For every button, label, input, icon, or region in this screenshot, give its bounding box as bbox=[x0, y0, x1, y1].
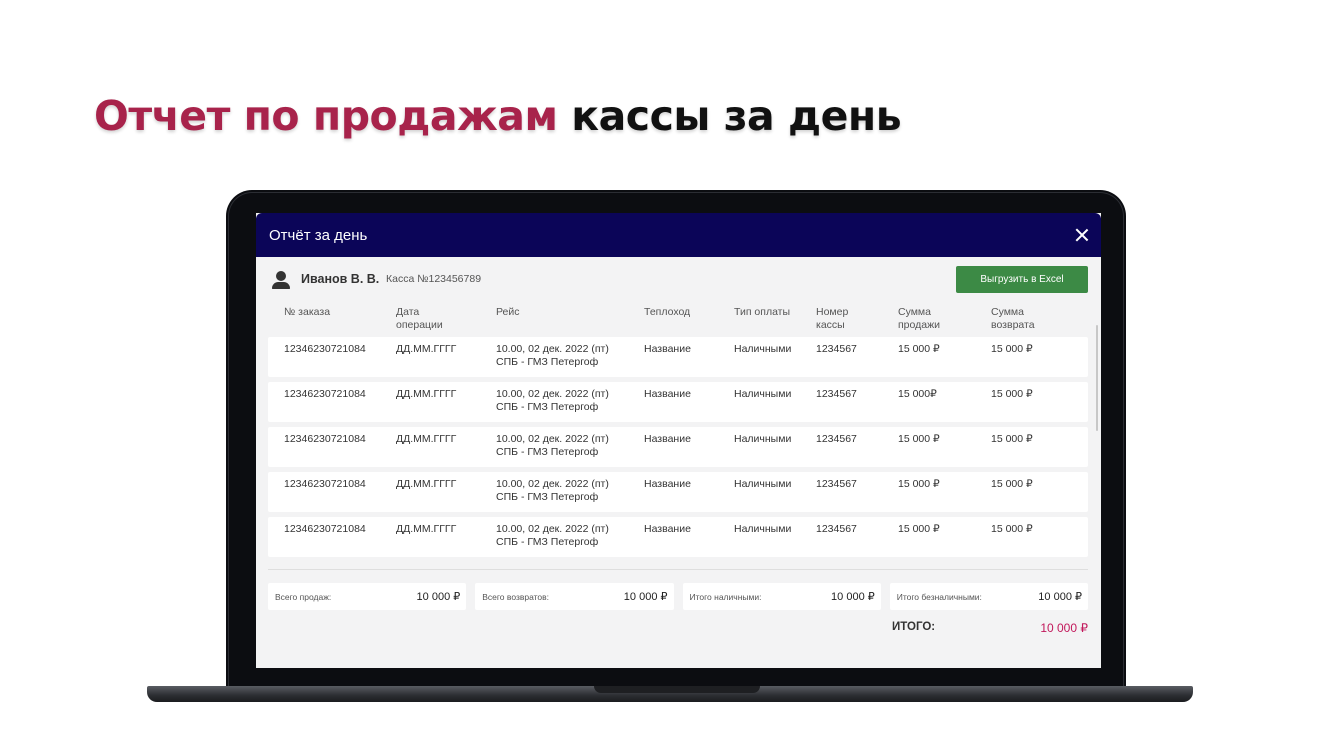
grand-total-value: 10 000 ₽ bbox=[1040, 621, 1088, 635]
ship-name: Название bbox=[644, 343, 691, 355]
ship-name: Название bbox=[644, 433, 691, 445]
grand-total-label: ИТОГО: bbox=[892, 621, 936, 633]
table-row[interactable]: 12346230721084 ДД.ММ.ГГГГ 10.00, 02 дек.… bbox=[268, 517, 1088, 557]
refund-amount: 15 000 ₽ bbox=[991, 343, 1033, 355]
register-number: 1234567 bbox=[816, 433, 857, 445]
refund-amount: 15 000 ₽ bbox=[991, 433, 1033, 445]
table-row[interactable]: 12346230721084 ДД.ММ.ГГГГ 10.00, 02 дек.… bbox=[268, 427, 1088, 467]
order-number: 12346230721084 bbox=[284, 523, 366, 535]
cashbox-number: Касса №123456789 bbox=[386, 273, 482, 285]
trip: 10.00, 02 дек. 2022 (пт) СПБ - ГМЗ Петерг… bbox=[496, 523, 609, 548]
total-sales: Всего продаж: 10 000 ₽ bbox=[268, 583, 467, 610]
payment-type: Наличными bbox=[734, 478, 792, 490]
total-refunds: Всего возвратов: 10 000 ₽ bbox=[475, 583, 674, 610]
refund-amount: 15 000 ₽ bbox=[991, 523, 1033, 535]
trip: 10.00, 02 дек. 2022 (пт) СПБ - ГМЗ Петерг… bbox=[496, 433, 609, 458]
page-headline: Отчет по продажам кассы за день bbox=[94, 92, 902, 140]
payment-type: Наличными bbox=[734, 343, 792, 355]
laptop-notch bbox=[594, 686, 760, 693]
table-row[interactable]: 12346230721084 ДД.ММ.ГГГГ 10.00, 02 дек.… bbox=[268, 382, 1088, 422]
modal-header: Отчёт за день bbox=[256, 213, 1101, 257]
modal-title: Отчёт за день bbox=[269, 226, 368, 244]
register-number: 1234567 bbox=[816, 343, 857, 355]
table-row[interactable]: 12346230721084 ДД.ММ.ГГГГ 10.00, 02 дек.… bbox=[268, 472, 1088, 512]
total-cash: Итого наличными: 10 000 ₽ bbox=[682, 583, 881, 610]
column-header[interactable]: № заказа bbox=[284, 306, 330, 319]
payment-type: Наличными bbox=[734, 433, 792, 445]
trip: 10.00, 02 дек. 2022 (пт) СПБ - ГМЗ Петерг… bbox=[496, 343, 609, 368]
headline-rest: кассы за день bbox=[571, 92, 902, 140]
user-bar: Иванов В. В. Касса №123456789 Выгрузить … bbox=[256, 257, 1101, 301]
sale-amount: 15 000 ₽ bbox=[898, 433, 940, 445]
ship-name: Название bbox=[644, 388, 691, 400]
table-row[interactable]: 12346230721084 ДД.ММ.ГГГГ 10.00, 02 дек.… bbox=[268, 337, 1088, 377]
ship-name: Название bbox=[644, 478, 691, 490]
total-cashless: Итого безналичными: 10 000 ₽ bbox=[889, 583, 1088, 610]
headline-accent: Отчет по продажам bbox=[94, 92, 558, 140]
sale-amount: 15 000 ₽ bbox=[898, 478, 940, 490]
refund-amount: 15 000 ₽ bbox=[991, 478, 1033, 490]
export-excel-button[interactable]: Выгрузить в Excel bbox=[956, 266, 1088, 293]
register-number: 1234567 bbox=[816, 388, 857, 400]
payment-type: Наличными bbox=[734, 388, 792, 400]
daily-report-modal: Отчёт за день Иванов В. В. Касса №123456… bbox=[256, 213, 1101, 668]
user-name: Иванов В. В. bbox=[301, 272, 380, 286]
payment-type: Наличными bbox=[734, 523, 792, 535]
column-header[interactable]: Номер кассы bbox=[816, 306, 848, 332]
column-header[interactable]: Сумма продажи bbox=[898, 306, 940, 332]
sale-amount: 15 000 ₽ bbox=[898, 523, 940, 535]
operation-date: ДД.ММ.ГГГГ bbox=[396, 523, 457, 535]
refund-amount: 15 000 ₽ bbox=[991, 388, 1033, 400]
register-number: 1234567 bbox=[816, 523, 857, 535]
operation-date: ДД.ММ.ГГГГ bbox=[396, 478, 457, 490]
column-header[interactable]: Сумма возврата bbox=[991, 306, 1035, 332]
operation-date: ДД.ММ.ГГГГ bbox=[396, 388, 457, 400]
divider bbox=[268, 569, 1088, 570]
ship-name: Название bbox=[644, 523, 691, 535]
close-icon[interactable] bbox=[1075, 228, 1089, 242]
sale-amount: 15 000₽ bbox=[898, 388, 937, 400]
trip: 10.00, 02 дек. 2022 (пт) СПБ - ГМЗ Петерг… bbox=[496, 478, 609, 503]
operation-date: ДД.ММ.ГГГГ bbox=[396, 343, 457, 355]
order-number: 12346230721084 bbox=[284, 388, 366, 400]
column-header[interactable]: Дата операции bbox=[396, 306, 443, 332]
column-header[interactable]: Теплоход bbox=[644, 306, 690, 319]
column-header[interactable]: Рейс bbox=[496, 306, 520, 319]
trip: 10.00, 02 дек. 2022 (пт) СПБ - ГМЗ Петерг… bbox=[496, 388, 609, 413]
order-number: 12346230721084 bbox=[284, 433, 366, 445]
table-header: № заказа Дата операции Рейс Теплоход Тип … bbox=[256, 306, 1101, 336]
table-body: 12346230721084 ДД.ММ.ГГГГ 10.00, 02 дек.… bbox=[268, 337, 1088, 562]
user-icon bbox=[272, 271, 290, 289]
order-number: 12346230721084 bbox=[284, 478, 366, 490]
column-header[interactable]: Тип оплаты bbox=[734, 306, 790, 319]
register-number: 1234567 bbox=[816, 478, 857, 490]
operation-date: ДД.ММ.ГГГГ bbox=[396, 433, 457, 445]
sale-amount: 15 000 ₽ bbox=[898, 343, 940, 355]
totals-bar: Всего продаж: 10 000 ₽ Всего возвратов: 10… bbox=[268, 583, 1088, 610]
order-number: 12346230721084 bbox=[284, 343, 366, 355]
table-scrollbar[interactable] bbox=[1096, 325, 1098, 431]
